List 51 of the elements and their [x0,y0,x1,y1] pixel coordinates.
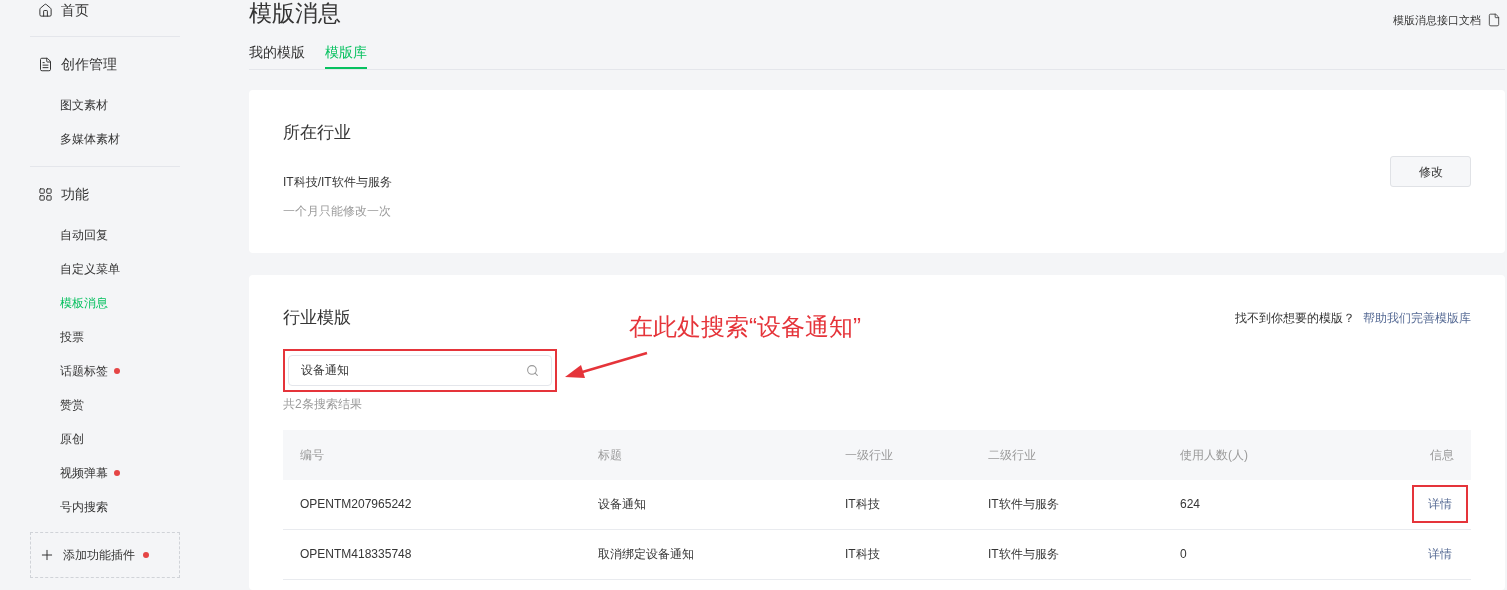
column-header: 使用人数(人) [1180,446,1249,464]
sidebar-item[interactable]: 自动回复 [60,226,108,244]
add-plugin-button[interactable]: 添加功能插件 [30,532,180,578]
card-title: 行业模版 [283,307,351,329]
annotation-text: 在此处搜索“设备通知” [629,311,861,342]
card-title: 所在行业 [283,122,352,144]
table-cell-text: 设备通知 [598,496,647,513]
note-text: 一个月只能修改一次 [283,202,392,220]
table-cell-text: 取消绑定设备通知 [598,546,695,563]
sidebar-section[interactable]: 功能 [30,180,180,208]
details-link[interactable]: 详情 [1412,485,1468,523]
sidebar-item[interactable]: 多媒体素材 [60,130,120,148]
table-cell-text: IT科技 [845,546,881,563]
sidebar-item[interactable]: 话题标签 [60,362,108,380]
sidebar-item[interactable]: 视频弹幕 [60,464,108,482]
help-text: 找不到你想要的模版？ [1235,309,1355,327]
doc-link[interactable]: 模版消息接口文档 [1393,12,1501,29]
industry-text: IT科技/IT软件与服务 [283,173,392,191]
sidebar-item[interactable]: 图文素材 [60,96,108,114]
tab[interactable]: 我的模版 [249,42,305,69]
table-cell-text: OPENTM207965242 [300,496,413,513]
result-count: 共2条搜索结果 [283,395,363,413]
column-header: 编号 [300,446,325,464]
column-header: 标题 [598,446,623,464]
table-cell-text: IT软件与服务 [988,496,1060,513]
sidebar-section[interactable]: 创作管理 [30,50,180,78]
grid-icon [38,186,53,202]
column-header: 信息 [1430,446,1454,464]
search-icon [526,363,539,377]
table-cell-text: OPENTM418335748 [300,546,413,563]
column-header: 二级行业 [988,446,1037,464]
table-cell-text: IT软件与服务 [988,546,1060,563]
table-cell-text: 624 [1180,496,1202,513]
sidebar-section[interactable]: 首页 [30,0,180,22]
sidebar-item[interactable]: 原创 [60,430,84,448]
plus-icon [39,547,55,563]
document-icon [1487,13,1501,28]
house-icon [38,2,53,18]
sidebar-item[interactable]: 投票 [60,328,84,346]
edit-button[interactable]: 修改 [1390,156,1471,187]
table-cell-text: 0 [1180,546,1188,563]
details-link[interactable]: 详情 [1412,535,1468,573]
document-icon [38,56,53,72]
sidebar-item[interactable]: 号内搜索 [60,498,108,516]
column-header: 一级行业 [845,446,894,464]
search-field[interactable]: 设备通知 [288,354,552,386]
help-link[interactable]: 帮助我们完善模版库 [1363,308,1471,327]
table-cell-text: IT科技 [845,496,881,513]
sidebar-item[interactable]: 自定义菜单 [60,260,120,278]
sidebar-item[interactable]: 赞赏 [60,396,84,414]
page-title: 模版消息 [249,0,341,27]
